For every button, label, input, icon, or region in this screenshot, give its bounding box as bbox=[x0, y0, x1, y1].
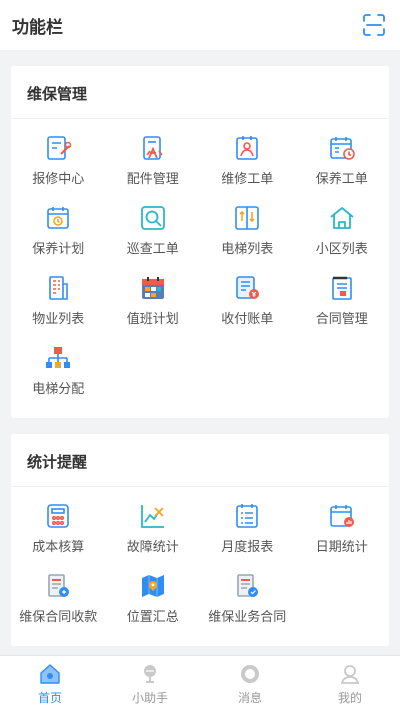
community-icon bbox=[327, 203, 357, 233]
tab-label: 首页 bbox=[37, 690, 62, 705]
item-label: 维保业务合同 bbox=[208, 610, 287, 625]
location-map-icon bbox=[138, 571, 168, 601]
item-property-list[interactable]: 物业列表 bbox=[11, 259, 106, 329]
item-label: 位置汇总 bbox=[126, 610, 179, 625]
section-title: 维保管理 bbox=[11, 66, 389, 119]
section-statistics: 统计提醒 成本核算 故障统计 月度报表 日期统计 维保合同收款 位置汇总 维保业… bbox=[11, 434, 389, 646]
item-label: 电梯列表 bbox=[221, 242, 274, 257]
elevator-icon bbox=[232, 203, 262, 233]
section-maintenance: 维保管理 报修中心 配件管理 维修工单 保养工单 保养计划 巡查工单 电梯列表 … bbox=[11, 66, 389, 418]
item-business-contract[interactable]: 维保业务合同 bbox=[200, 557, 295, 627]
contract-payment-icon bbox=[43, 571, 73, 601]
calculator-icon bbox=[43, 501, 73, 531]
monthly-report-icon bbox=[232, 501, 262, 531]
tab-assistant[interactable]: 小助手 bbox=[100, 656, 200, 711]
profile-icon bbox=[338, 662, 362, 686]
item-monthly-report[interactable]: 月度报表 bbox=[200, 487, 295, 557]
item-label: 成本核算 bbox=[32, 540, 85, 555]
item-label: 配件管理 bbox=[126, 172, 179, 187]
item-label: 小区列表 bbox=[315, 242, 368, 257]
item-label: 物业列表 bbox=[32, 312, 85, 327]
tab-label: 我的 bbox=[337, 690, 362, 705]
maintenance-order-icon bbox=[327, 133, 357, 163]
function-grid: 报修中心 配件管理 维修工单 保养工单 保养计划 巡查工单 电梯列表 小区列表 … bbox=[11, 119, 389, 399]
item-cost-accounting[interactable]: 成本核算 bbox=[11, 487, 106, 557]
item-parts[interactable]: 配件管理 bbox=[106, 119, 201, 189]
item-label: 保养工单 bbox=[315, 172, 368, 187]
item-maintenance-order[interactable]: 保养工单 bbox=[295, 119, 390, 189]
tab-profile[interactable]: 我的 bbox=[300, 656, 400, 711]
item-label: 保养计划 bbox=[32, 242, 85, 257]
item-elevator-allocation[interactable]: 电梯分配 bbox=[11, 329, 106, 399]
item-label: 巡查工单 bbox=[126, 242, 179, 257]
item-label: 月度报表 bbox=[221, 540, 274, 555]
item-label: 维修工单 bbox=[221, 172, 274, 187]
allocation-icon bbox=[43, 343, 73, 373]
date-stats-icon bbox=[327, 501, 357, 531]
bill-icon bbox=[232, 273, 262, 303]
item-contract-management[interactable]: 合同管理 bbox=[295, 259, 390, 329]
scan-icon[interactable] bbox=[361, 12, 387, 38]
item-fault-stats[interactable]: 故障统计 bbox=[106, 487, 201, 557]
function-grid: 成本核算 故障统计 月度报表 日期统计 维保合同收款 位置汇总 维保业务合同 bbox=[11, 487, 389, 627]
parts-icon bbox=[138, 133, 168, 163]
item-duty-plan[interactable]: 值班计划 bbox=[106, 259, 201, 329]
item-label: 维保合同收款 bbox=[19, 610, 98, 625]
tab-label: 小助手 bbox=[131, 690, 168, 705]
item-repair-order[interactable]: 维修工单 bbox=[200, 119, 295, 189]
business-contract-icon bbox=[232, 571, 262, 601]
bottom-tab-bar: 首页 小助手 消息 我的 bbox=[0, 655, 400, 711]
maintenance-plan-icon bbox=[43, 203, 73, 233]
inspection-icon bbox=[138, 203, 168, 233]
item-label: 电梯分配 bbox=[32, 382, 85, 397]
item-repair-center[interactable]: 报修中心 bbox=[11, 119, 106, 189]
item-date-stats[interactable]: 日期统计 bbox=[295, 487, 390, 557]
tab-label: 消息 bbox=[237, 690, 262, 705]
property-icon bbox=[43, 273, 73, 303]
item-contract-payment[interactable]: 维保合同收款 bbox=[11, 557, 106, 627]
item-label: 故障统计 bbox=[126, 540, 179, 555]
item-maintenance-plan[interactable]: 保养计划 bbox=[11, 189, 106, 259]
repair-order-icon bbox=[232, 133, 262, 163]
item-label: 报修中心 bbox=[32, 172, 85, 187]
fault-chart-icon bbox=[138, 501, 168, 531]
item-elevator-list[interactable]: 电梯列表 bbox=[200, 189, 295, 259]
top-bar: 功能栏 bbox=[0, 0, 400, 50]
contract-icon bbox=[327, 273, 357, 303]
message-icon bbox=[238, 662, 262, 686]
item-label: 日期统计 bbox=[315, 540, 368, 555]
duty-calendar-icon bbox=[138, 273, 168, 303]
item-label: 合同管理 bbox=[315, 312, 368, 327]
item-label: 收付账单 bbox=[221, 312, 274, 327]
item-location-summary[interactable]: 位置汇总 bbox=[106, 557, 201, 627]
repair-report-icon bbox=[43, 133, 73, 163]
item-inspection[interactable]: 巡查工单 bbox=[106, 189, 201, 259]
tab-home[interactable]: 首页 bbox=[0, 656, 100, 711]
assistant-icon bbox=[138, 662, 162, 686]
item-bills[interactable]: 收付账单 bbox=[200, 259, 295, 329]
tab-messages[interactable]: 消息 bbox=[200, 656, 300, 711]
section-title: 统计提醒 bbox=[11, 434, 389, 487]
item-community-list[interactable]: 小区列表 bbox=[295, 189, 390, 259]
home-icon bbox=[38, 662, 62, 686]
page-title: 功能栏 bbox=[12, 17, 63, 38]
item-label: 值班计划 bbox=[126, 312, 179, 327]
